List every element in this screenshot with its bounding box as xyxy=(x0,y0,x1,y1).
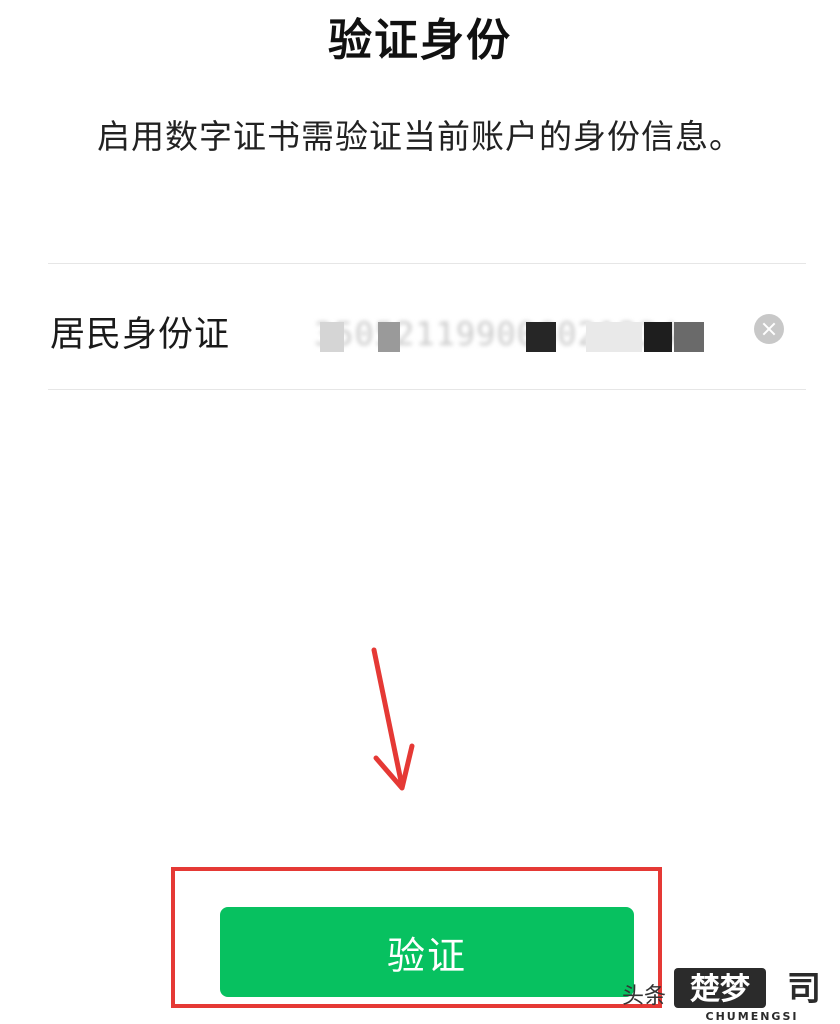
watermark-logo: 楚梦 司 CHUMENGSI xyxy=(674,968,821,1022)
redaction-block xyxy=(674,322,704,352)
page-subtitle: 启用数字证书需验证当前账户的身份信息。 xyxy=(97,117,743,156)
svg-text:司: 司 xyxy=(787,969,821,1009)
divider-bottom xyxy=(48,389,806,390)
redaction-block xyxy=(526,322,556,352)
verify-button[interactable]: 验证 xyxy=(220,907,634,997)
redaction-block xyxy=(378,322,400,352)
clear-circle-icon[interactable] xyxy=(754,314,784,344)
id-card-label: 居民身份证 xyxy=(50,315,231,355)
svg-text:楚梦: 楚梦 xyxy=(690,972,750,1007)
id-card-row: 居民身份证 xyxy=(48,264,806,389)
red-arrow-down-icon xyxy=(371,647,415,791)
watermark-prefix: 头条 xyxy=(622,984,667,1009)
redaction-block xyxy=(586,322,642,352)
redaction-block xyxy=(320,322,344,352)
svg-text:CHUMENGSI: CHUMENGSI xyxy=(706,1010,799,1022)
redaction-block xyxy=(644,322,672,352)
page-title: 验证身份 xyxy=(328,15,512,66)
